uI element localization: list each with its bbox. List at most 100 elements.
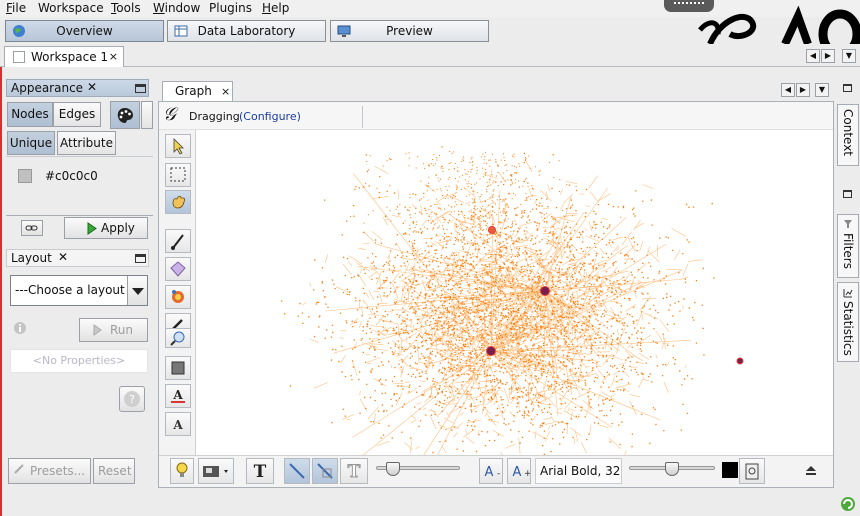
layout-minimize-icon[interactable]	[135, 254, 146, 263]
hub-node[interactable]	[488, 226, 496, 234]
tab-unique[interactable]: Unique	[7, 131, 55, 155]
font-increase-icon: A +	[513, 465, 532, 480]
menu-plugins[interactable]: Plugins	[209, 1, 252, 15]
painter-tool-button[interactable]	[165, 229, 191, 253]
graph-tab-close-icon[interactable]: ×	[221, 85, 230, 98]
font-selector[interactable]: Arial Bold, 32	[535, 458, 622, 484]
heatmap-icon	[172, 290, 184, 303]
mode-overview-button[interactable]: Overview	[5, 20, 164, 42]
text-outline-icon: T	[347, 462, 361, 483]
tab-statistics[interactable]: Statistics	[837, 282, 859, 362]
tab-filters[interactable]: Filters	[837, 214, 859, 278]
magnifier-icon	[170, 331, 185, 346]
layout-panel-header[interactable]: Layout ✕	[6, 249, 149, 267]
size-mode-button[interactable]	[141, 101, 153, 129]
graph-canvas[interactable]	[196, 131, 833, 455]
edge-labels-button[interactable]: T	[340, 458, 368, 484]
tab-edges[interactable]: Edges	[53, 102, 101, 127]
tab-attribute-label: Attribute	[60, 136, 113, 150]
color-mode-button[interactable]	[110, 101, 140, 129]
node-shape-button[interactable]	[165, 356, 191, 380]
rectangle-select-button[interactable]	[165, 163, 191, 187]
label-color-button[interactable]: A	[165, 384, 191, 408]
info-icon[interactable]	[13, 321, 27, 335]
label-size-slider-knob[interactable]	[665, 462, 679, 476]
layout-select[interactable]: ---Choose a layout	[10, 275, 148, 306]
chain-button[interactable]	[21, 220, 43, 236]
svg-text:A: A	[485, 465, 494, 480]
graph-scroll-left-icon[interactable]: ◀	[781, 83, 795, 97]
appearance-content	[6, 156, 153, 218]
font-color-icon: A	[171, 388, 185, 403]
collapse-toolbar-icon[interactable]	[804, 463, 818, 477]
menu-tools[interactable]: Tools	[111, 1, 141, 15]
menu-workspace[interactable]: Workspace	[38, 1, 104, 15]
edge-color-icon	[317, 463, 333, 479]
filters-restore-icon[interactable]	[843, 190, 852, 198]
zoom-tool-button[interactable]	[165, 328, 191, 348]
mode-data-laboratory-button[interactable]: Data Laboratory	[167, 20, 326, 42]
configure-link[interactable]: (Configure)	[239, 110, 301, 123]
graph-tab[interactable]: Graph ×	[162, 81, 233, 101]
tab-list-dropdown-icon[interactable]: ▼	[842, 49, 856, 63]
select-tool-button[interactable]	[165, 134, 191, 158]
status-strip	[0, 488, 860, 516]
edge-weight-slider-knob[interactable]	[385, 462, 400, 476]
run-button[interactable]: Run	[79, 318, 148, 342]
appearance-close-icon[interactable]: ✕	[87, 80, 97, 94]
label-attributes-button[interactable]	[739, 458, 765, 484]
graph-tab-list-icon[interactable]: ▼	[815, 83, 829, 97]
reset-button[interactable]: Reset	[93, 458, 135, 484]
screenshot-button[interactable]	[198, 458, 234, 484]
workspace-tab[interactable]: Workspace 1 ×	[4, 46, 124, 67]
size-tool-button[interactable]	[165, 257, 191, 281]
presets-label: Presets...	[30, 464, 86, 478]
edge-color-button[interactable]	[312, 458, 338, 484]
palette-icon	[117, 108, 133, 123]
show-node-labels-button[interactable]	[170, 458, 194, 484]
svg-text:?: ?	[129, 393, 135, 406]
color-swatch[interactable]	[18, 169, 32, 183]
hub-node[interactable]	[736, 357, 744, 365]
update-notification-icon[interactable]	[840, 496, 856, 512]
font-decrease-icon: A-	[485, 465, 501, 480]
workspace-tab-close-icon[interactable]: ×	[109, 50, 118, 63]
edges-visible-button[interactable]	[284, 458, 310, 484]
increase-font-button[interactable]: A +	[507, 458, 532, 484]
tab-context-label: Context	[841, 109, 855, 157]
text-labels-button[interactable]: T	[246, 458, 274, 484]
menu-file[interactable]: File	[6, 1, 26, 15]
menu-window[interactable]: Window	[153, 1, 200, 15]
tab-attribute[interactable]: Attribute	[57, 131, 116, 155]
apply-label: Apply	[101, 221, 135, 235]
graph-scroll-right-icon[interactable]: ▶	[796, 83, 810, 97]
brush-icon	[171, 234, 184, 250]
mode-preview-label: Preview	[386, 24, 433, 38]
tab-scroll-left-icon[interactable]: ◀	[806, 49, 820, 63]
help-button[interactable]: ?	[119, 386, 145, 412]
label-font-button[interactable]: A	[165, 412, 191, 436]
drag-tool-button[interactable]	[165, 190, 191, 214]
hub-node[interactable]	[486, 346, 496, 356]
square-icon	[171, 361, 185, 375]
layout-close-icon[interactable]: ✕	[58, 250, 68, 264]
mode-preview-button[interactable]: Preview	[330, 20, 489, 42]
window-edge-accent	[0, 67, 2, 516]
hub-node[interactable]	[540, 286, 550, 296]
label-color-swatch[interactable]	[722, 462, 738, 478]
tab-context[interactable]: Context	[837, 104, 859, 166]
presets-button[interactable]: Presets...	[8, 458, 91, 484]
context-restore-icon[interactable]	[843, 84, 852, 92]
menu-help[interactable]: Help	[262, 1, 289, 15]
tab-statistics-label: Statistics	[841, 301, 855, 356]
decrease-font-button[interactable]: A-	[479, 458, 503, 484]
tab-scroll-right-icon[interactable]: ▶	[821, 49, 835, 63]
tab-nodes[interactable]: Nodes	[7, 102, 53, 127]
apply-button[interactable]: Apply	[64, 217, 148, 239]
heatmap-tool-button[interactable]	[165, 285, 191, 309]
appearance-minimize-icon[interactable]	[135, 84, 146, 93]
appearance-panel-header[interactable]: Appearance ✕	[6, 79, 149, 97]
layout-title: Layout	[11, 251, 52, 265]
chevron-down-icon[interactable]	[127, 276, 147, 305]
reset-label: Reset	[98, 464, 132, 478]
